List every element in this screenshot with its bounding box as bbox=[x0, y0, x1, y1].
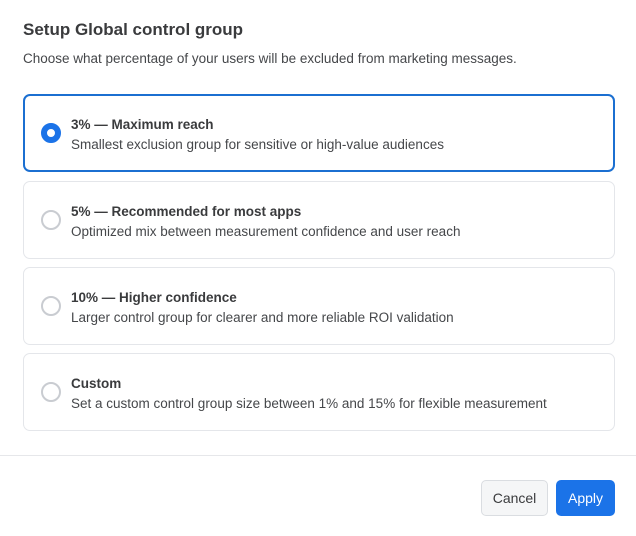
option-title: 3% — Maximum reach bbox=[71, 117, 214, 132]
radio-icon[interactable] bbox=[41, 296, 61, 316]
radio-icon[interactable] bbox=[41, 210, 61, 230]
option-description: Set a custom control group size between … bbox=[71, 396, 547, 411]
footer-divider bbox=[0, 455, 636, 456]
option-title: Custom bbox=[71, 376, 122, 391]
option-5-percent[interactable]: 5% — Recommended for most apps Optimized… bbox=[23, 181, 615, 259]
radio-selected-icon[interactable] bbox=[41, 123, 61, 143]
option-title: 10% — Higher confidence bbox=[71, 290, 237, 305]
option-title: 5% — Recommended for most apps bbox=[71, 204, 302, 219]
option-description: Smallest exclusion group for sensitive o… bbox=[71, 137, 444, 152]
option-description: Larger control group for clearer and mor… bbox=[71, 310, 454, 325]
option-custom[interactable]: Custom Set a custom control group size b… bbox=[23, 353, 615, 431]
dialog-subtitle: Choose what percentage of your users wil… bbox=[23, 51, 517, 66]
option-3-percent[interactable]: 3% — Maximum reach Smallest exclusion gr… bbox=[23, 94, 615, 172]
apply-button[interactable]: Apply bbox=[556, 480, 615, 516]
option-description: Optimized mix between measurement confid… bbox=[71, 224, 461, 239]
cancel-button[interactable]: Cancel bbox=[481, 480, 548, 516]
dialog-title: Setup Global control group bbox=[23, 20, 244, 39]
option-10-percent[interactable]: 10% — Higher confidence Larger control g… bbox=[23, 267, 615, 345]
radio-icon[interactable] bbox=[41, 382, 61, 402]
